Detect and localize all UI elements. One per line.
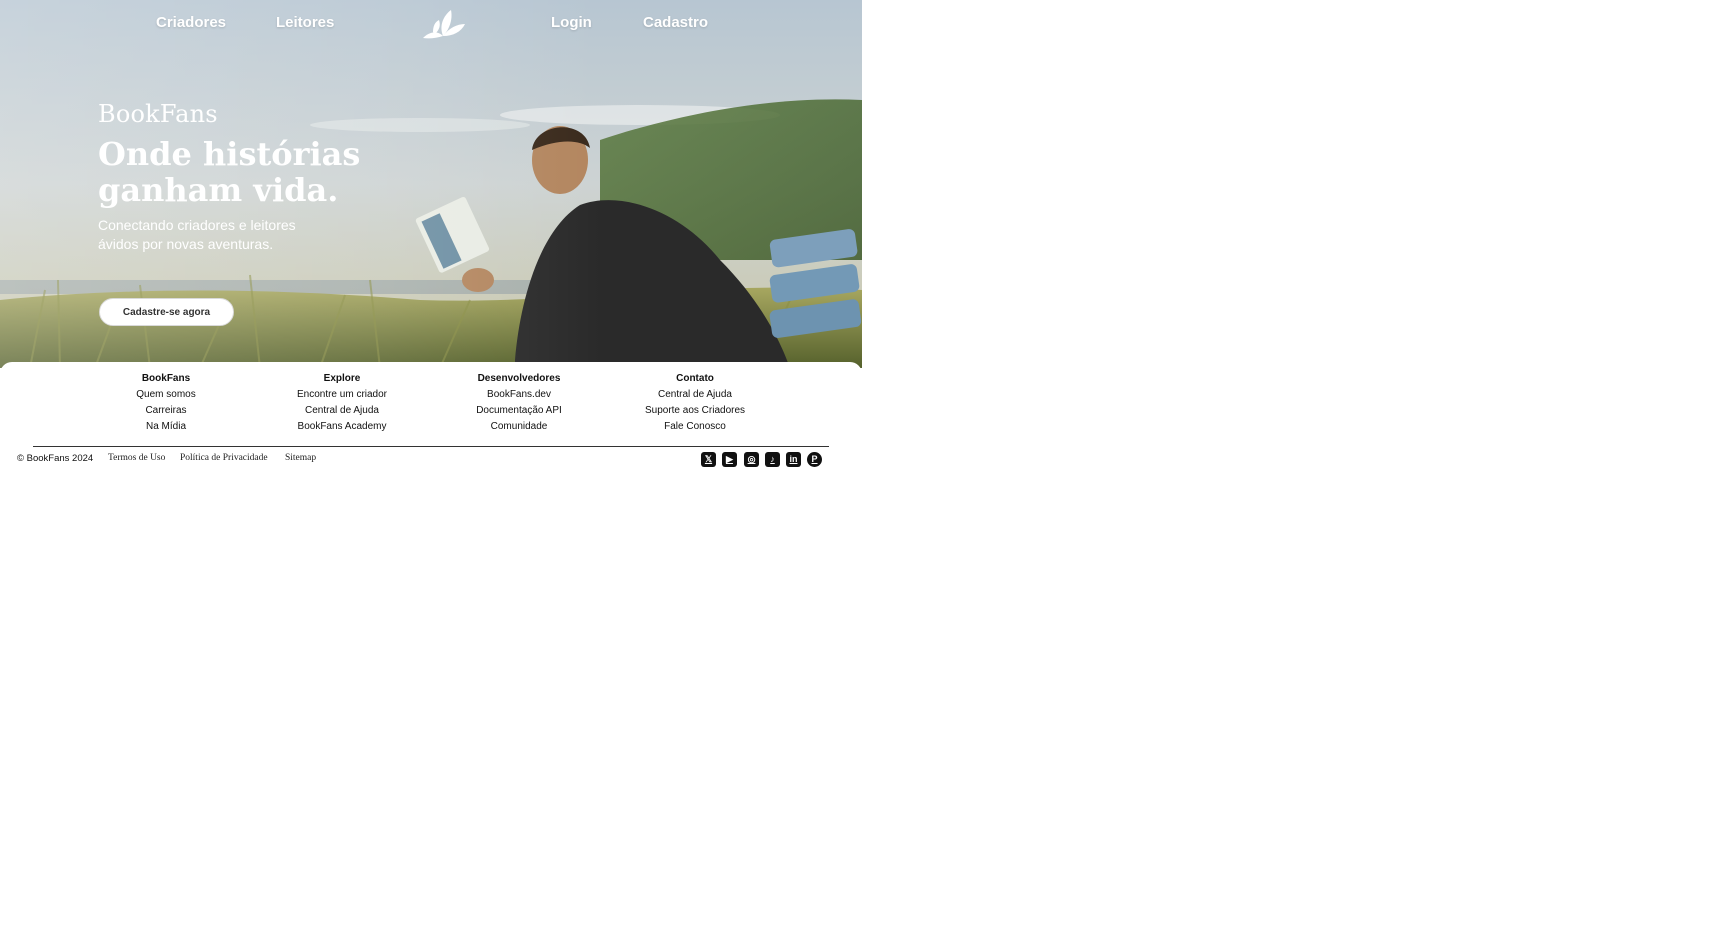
hero-headline-line-1: Onde histórias (98, 135, 361, 173)
footer-link[interactable]: Suporte aos Criadores (615, 404, 775, 420)
footer-column-title: BookFans (141, 373, 191, 384)
privacy-link[interactable]: Política de Privacidade (180, 453, 268, 463)
footer-link[interactable]: Na Mídia (86, 420, 246, 436)
copyright-text: © BookFans 2024 (17, 453, 94, 464)
footer-link[interactable]: Comunidade (439, 420, 599, 436)
footer-column-explore: Explore Encontre um criador Central de A… (262, 372, 422, 436)
footer-link[interactable]: Central de Ajuda (262, 404, 422, 420)
hero-section: Criadores Leitores Login Cadastro BookFa… (0, 0, 862, 368)
page: Criadores Leitores Login Cadastro BookFa… (0, 0, 1712, 952)
footer-column-title: Contato (676, 373, 714, 384)
footer-link[interactable]: Documentação API (439, 404, 599, 420)
nav-creators-link[interactable]: Criadores (156, 14, 226, 31)
hero-headline-line-2: ganham vida. (98, 171, 339, 209)
footer-column-title: Explore (323, 373, 361, 384)
footer-link[interactable]: Encontre um criador (262, 388, 422, 404)
footer-link[interactable]: Central de Ajuda (615, 388, 775, 404)
footer-link[interactable]: BookFans.dev (439, 388, 599, 404)
nav-login-link[interactable]: Login (551, 14, 592, 31)
leaf-book-icon (423, 10, 465, 39)
tiktok-icon[interactable]: ♪ (765, 452, 780, 467)
x-twitter-icon[interactable]: 𝕏 (701, 452, 716, 467)
instagram-icon[interactable]: ◎ (744, 452, 759, 467)
nav-signup-link[interactable]: Cadastro (643, 14, 708, 31)
footer-column-title: Desenvolvedores (477, 373, 561, 384)
footer: BookFans Quem somos Carreiras Na Mídia E… (0, 362, 862, 482)
footer-link[interactable]: Carreiras (86, 404, 246, 420)
footer-column-contact: Contato Central de Ajuda Suporte aos Cri… (615, 372, 775, 436)
pinterest-icon[interactable]: P (807, 452, 822, 467)
signup-cta-button[interactable]: Cadastre-se agora (99, 298, 234, 326)
terms-link[interactable]: Termos de Uso (108, 453, 165, 463)
nav-readers-link[interactable]: Leitores (276, 14, 334, 31)
hero-subtitle: Conectando criadores e leitores ávidos p… (98, 217, 296, 252)
logo-home-link[interactable] (419, 6, 467, 40)
footer-column-bookfans: BookFans Quem somos Carreiras Na Mídia (86, 372, 246, 436)
hero-headline: Onde histórias ganham vida. (98, 136, 418, 208)
footer-link[interactable]: Fale Conosco (615, 420, 775, 436)
footer-column-developers: Desenvolvedores BookFans.dev Documentaçã… (439, 372, 599, 436)
linkedin-icon[interactable]: in (786, 452, 801, 467)
sitemap-link[interactable]: Sitemap (285, 453, 316, 463)
footer-divider (33, 446, 829, 447)
footer-link[interactable]: BookFans Academy (262, 420, 422, 436)
brand-name: BookFans (98, 100, 218, 128)
footer-link[interactable]: Quem somos (86, 388, 246, 404)
youtube-icon[interactable]: ▶ (722, 452, 737, 467)
